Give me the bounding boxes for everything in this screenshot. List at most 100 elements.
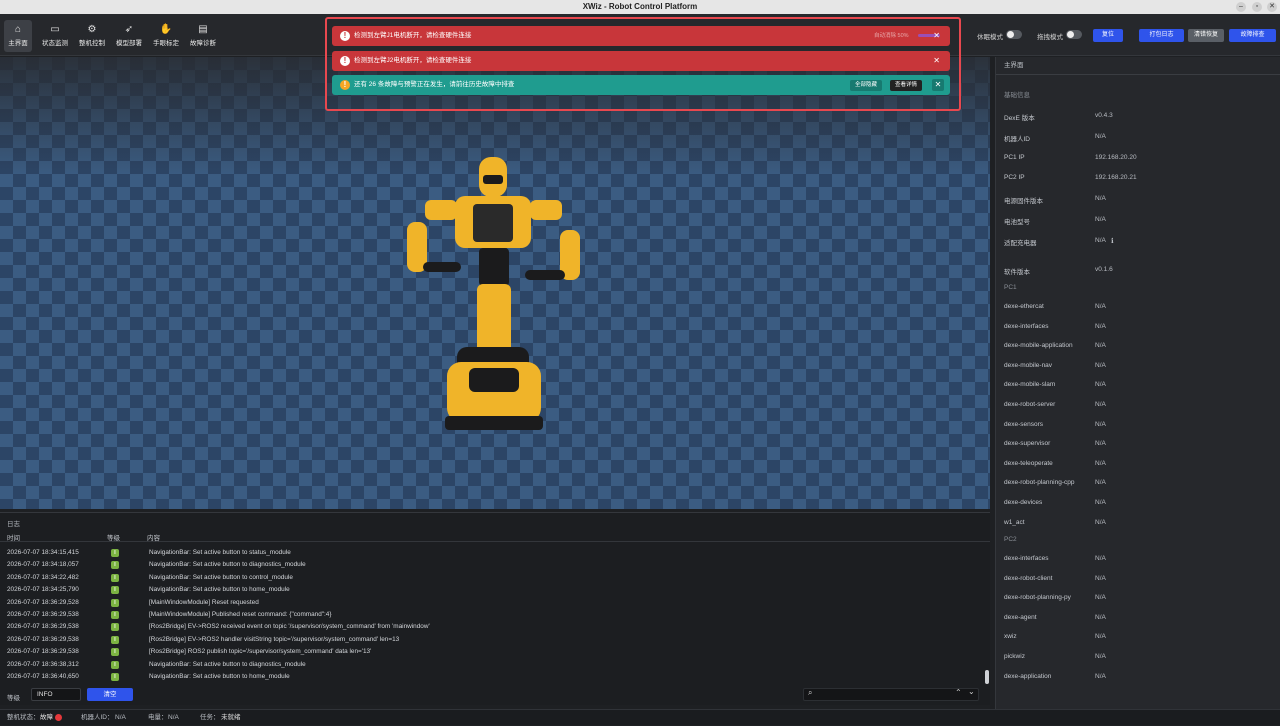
- col-time: 时间: [7, 535, 20, 542]
- info-key: dexe-ethercat: [1004, 303, 1044, 310]
- robot-control-icon: ⚙: [87, 24, 97, 35]
- search-icon: ⌕: [808, 688, 813, 697]
- nav-control[interactable]: ⚙ 整机控制: [77, 20, 107, 52]
- reset-button[interactable]: 复位: [1093, 29, 1123, 42]
- info-key: dexe-interfaces: [1004, 555, 1049, 562]
- close-icon[interactable]: ✕: [932, 79, 944, 91]
- close-icon[interactable]: ✕: [1267, 2, 1277, 12]
- log-row[interactable]: 2026-07-07 18:34:22,482 I NavigationBar: S…: [0, 572, 985, 584]
- robot-visor: [483, 175, 503, 184]
- diagnosis-icon: ▤: [198, 24, 208, 35]
- log-row[interactable]: 2026-07-07 18:36:29,528 I [MainWindowModul…: [0, 597, 985, 609]
- pack-logs-button[interactable]: 打包日志: [1139, 29, 1184, 42]
- info-value: N/A: [1095, 653, 1106, 660]
- info-key: 电池型号: [1004, 219, 1030, 226]
- log-scrollbar[interactable]: [985, 670, 989, 684]
- sleep-mode-label: 休眠模式: [977, 34, 1003, 41]
- info-key: dexe-robot-client: [1004, 574, 1053, 582]
- info-value: N/A: [1095, 132, 1106, 140]
- log-time: 2026-07-07 18:34:15,415: [7, 549, 79, 556]
- log-row[interactable]: 2026-07-07 18:36:29,538 I [Ros2Bridge] EV-…: [0, 621, 985, 633]
- battery-label: 电量：: [148, 714, 168, 721]
- log-level-badge: I: [111, 598, 119, 607]
- log-time: 2026-07-07 18:34:25,790: [7, 586, 79, 594]
- fault-check-button[interactable]: 故障排查: [1229, 29, 1276, 42]
- robot-id-label: 机器人ID：: [81, 714, 114, 721]
- basic-info-title: 基础信息: [1004, 92, 1030, 99]
- log-level-badge: I: [111, 635, 119, 644]
- notification-warning: ! 还有 26 条故障与预警正在发生，请前往历史故障中排查 全部隐藏 查看详情 …: [332, 75, 950, 95]
- log-row[interactable]: 2026-07-07 18:34:15,415 I NavigationBar: S…: [0, 547, 985, 559]
- nav-diagnosis[interactable]: ▤ 故障诊断: [188, 20, 218, 52]
- nav-home[interactable]: ⌂ 主界面: [4, 20, 32, 52]
- robot-left-shoulder: [425, 200, 457, 220]
- log-search-input[interactable]: [803, 688, 979, 701]
- col-content: 内容: [147, 535, 160, 542]
- notification-error-2: ! 检测到左臂J2电机断开，请检查硬件连接 ✕: [332, 51, 950, 71]
- log-content: [Ros2Bridge] EV->ROS2 received event on …: [149, 623, 430, 631]
- status-bar: 整机状态： 故障 机器人ID： N/A 电量： N/A 任务： 未就绪: [0, 709, 1280, 725]
- log-content: NavigationBar: Set active button to cont…: [149, 573, 293, 581]
- monitor-icon: ▭: [50, 24, 60, 35]
- info-key: dexe-robot-planning-py: [1004, 594, 1071, 602]
- info-key: dexe-interfaces: [1004, 322, 1049, 330]
- info-key: dexe-robot-planning-cpp: [1004, 479, 1075, 487]
- clear-log-button[interactable]: 清空: [87, 688, 133, 701]
- notification-error-1: ! 检测到左臂J1电机断开，请检查硬件连接 自动消除 50% ✕: [332, 26, 950, 46]
- log-level-badge: I: [111, 561, 119, 570]
- hide-all-button[interactable]: 全部隐藏: [850, 80, 883, 91]
- auto-dismiss-text: 自动消除 50%: [874, 33, 909, 39]
- robot-3d-viewport[interactable]: [0, 57, 990, 509]
- notification-text: 检测到左臂J2电机断开，请检查硬件连接: [354, 57, 472, 64]
- log-row[interactable]: 2026-07-07 18:34:25,790 I NavigationBar: S…: [0, 584, 985, 596]
- view-details-button[interactable]: 查看详情: [890, 80, 923, 91]
- log-row[interactable]: 2026-07-07 18:36:29,538 I [Ros2Bridge] EV-…: [0, 634, 985, 646]
- info-side-panel: 主界面 基础信息 DexE 版本 v0.4.3 机器人ID N/A PC1 IP 192.…: [995, 57, 1280, 709]
- info-value: N/A: [1095, 613, 1106, 621]
- task-label: 任务：: [200, 714, 220, 721]
- nav-deploy[interactable]: ➶ 模型部署: [114, 20, 144, 52]
- log-row[interactable]: 2026-07-07 18:36:38,312 I NavigationBar: S…: [0, 659, 985, 671]
- info-value: N/A: [1095, 381, 1106, 389]
- chevron-up-icon[interactable]: ⌃: [955, 688, 962, 697]
- info-value: N/A: [1095, 303, 1106, 310]
- maximize-icon[interactable]: ▫: [1252, 2, 1262, 12]
- log-row[interactable]: 2026-07-07 18:34:18,057 I NavigationBar: S…: [0, 559, 985, 571]
- info-value: v0.4.3: [1095, 112, 1113, 119]
- log-level-badge: I: [111, 623, 119, 632]
- robot-base-bumper: [445, 416, 543, 430]
- info-icon[interactable]: ℹ: [1111, 237, 1114, 245]
- info-key: dexe-robot-server: [1004, 401, 1056, 408]
- log-time: 2026-07-07 18:36:29,538: [7, 648, 79, 656]
- drag-mode-toggle[interactable]: [1066, 30, 1082, 39]
- level-filter-select[interactable]: INFO: [31, 688, 81, 701]
- info-key: dexe-application: [1004, 672, 1052, 680]
- nav-calibration[interactable]: ✋ 手眼标定: [151, 20, 181, 52]
- sleep-mode-toggle[interactable]: [1006, 30, 1022, 39]
- log-row[interactable]: 2026-07-07 18:36:29,538 I [MainWindowModul…: [0, 609, 985, 621]
- log-row[interactable]: 2026-07-07 18:36:40,650 I NavigationBar: S…: [0, 671, 985, 683]
- close-icon[interactable]: ✕: [933, 51, 940, 71]
- pc1-label: PC1: [1004, 284, 1017, 291]
- col-level: 等级: [107, 535, 120, 542]
- info-value: N/A: [1095, 420, 1106, 428]
- info-key: DexE 版本: [1004, 115, 1035, 122]
- info-key: dexe-supervisor: [1004, 440, 1051, 448]
- software-version-value: v0.1.6: [1095, 266, 1113, 273]
- status-dot-icon: [55, 714, 62, 721]
- clear-faults-button[interactable]: 清错恢复: [1188, 29, 1224, 42]
- log-level-badge: I: [111, 660, 119, 669]
- minimize-icon[interactable]: –: [1236, 2, 1246, 12]
- log-row[interactable]: 2026-07-07 18:36:29,538 I [Ros2Bridge] ROS…: [0, 646, 985, 658]
- info-key: w1_act: [1004, 518, 1025, 526]
- side-panel-header: 主界面: [996, 57, 1280, 75]
- info-value: N/A: [1095, 499, 1106, 506]
- log-time: 2026-07-07 18:34:18,057: [7, 561, 79, 569]
- notification-text: 检测到左臂J1电机断开，请检查硬件连接: [354, 32, 472, 39]
- chevron-down-icon[interactable]: ⌄: [968, 687, 975, 696]
- nav-status[interactable]: ▭ 状态监测: [40, 20, 70, 52]
- close-icon[interactable]: ✕: [933, 26, 940, 46]
- info-value: N/A: [1095, 195, 1106, 203]
- log-content: NavigationBar: Set active button to stat…: [149, 549, 291, 556]
- log-content: NavigationBar: Set active button to diag…: [149, 660, 306, 668]
